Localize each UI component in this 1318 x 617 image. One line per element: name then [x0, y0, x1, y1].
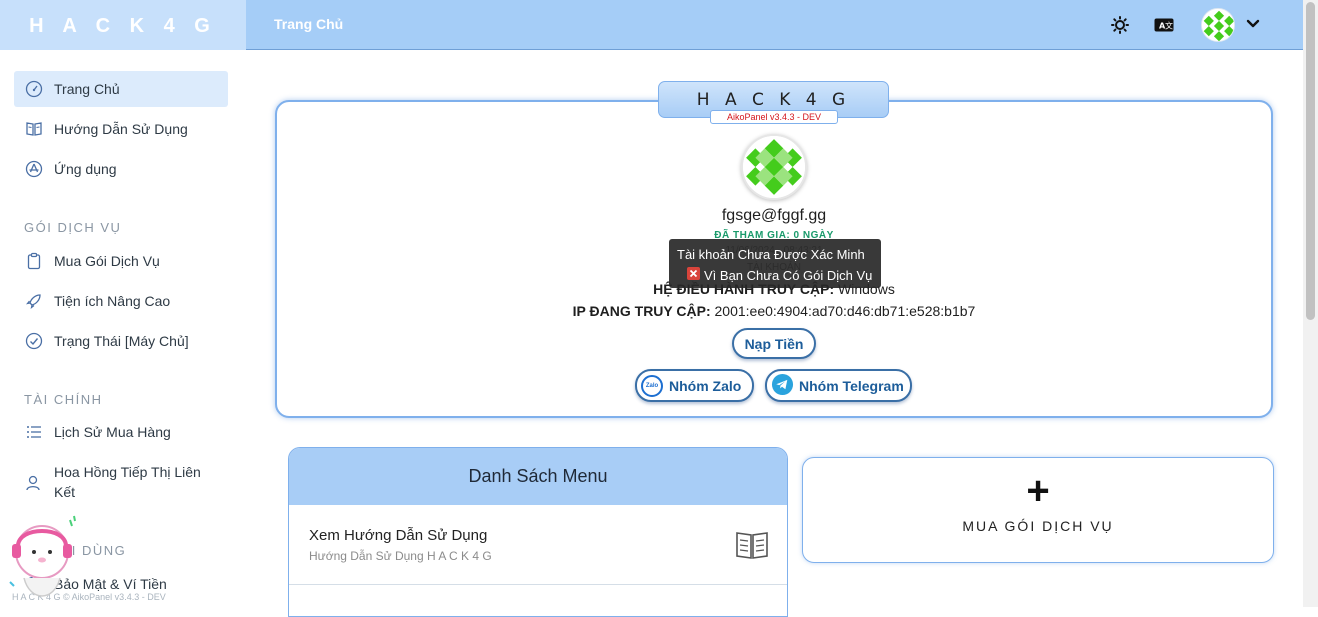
- dashboard-icon: [14, 80, 54, 98]
- rocket-icon: [14, 292, 54, 310]
- chevron-down-icon[interactable]: [1246, 17, 1260, 31]
- plus-icon: +: [1026, 469, 1050, 513]
- tooltip-line-2: Vì Bạn Chưa Có Gói Dịch Vụ: [704, 267, 873, 283]
- sidebar-item-label: Trang Chủ: [54, 81, 120, 97]
- sidebar-item-affiliate[interactable]: Hoa Hồng Tiếp Thị Liên Kết: [14, 462, 228, 504]
- book-icon: [735, 530, 769, 565]
- app-store-icon: [14, 160, 54, 178]
- zalo-group-label: Nhóm Zalo: [669, 377, 742, 394]
- svg-text:文: 文: [1165, 21, 1173, 31]
- book-icon: [14, 120, 54, 138]
- sidebar-item-label: Hướng Dẫn Sử Dụng: [54, 121, 188, 137]
- user-email: fgsge@fggf.gg: [721, 207, 827, 224]
- translate-icon[interactable]: A文: [1154, 15, 1174, 35]
- list-item[interactable]: Xem Hướng Dẫn Sử Dụng Hướng Dẫn Sử Dụng …: [289, 505, 787, 585]
- buy-package-label: MUA GÓI DỊCH VỤ: [962, 518, 1114, 534]
- sidebar-item-label: Mua Gói Dịch Vụ: [54, 253, 160, 269]
- verification-tooltip: Tài khoản Chưa Được Xác Minh Vì Bạn Chưa…: [669, 239, 881, 288]
- check-circle-icon: [14, 332, 54, 350]
- top-bar: H A C K 4 G Trang Chủ A文: [0, 0, 1303, 50]
- section-finance-heading: TÀI CHÍNH: [24, 392, 103, 407]
- ip-value: 2001:ee0:4904:ad70:d46:db71:e528:b1b7: [714, 303, 976, 319]
- avatar[interactable]: [1201, 8, 1235, 42]
- list-icon: [14, 423, 54, 441]
- sidebar-item-label: Tiện ích Nâng Cao: [54, 293, 171, 309]
- menu-list-title: Danh Sách Menu: [289, 448, 787, 505]
- sidebar-item-purchase-history[interactable]: Lịch Sử Mua Hàng: [14, 414, 228, 450]
- user-icon: [14, 474, 54, 492]
- brand-logo[interactable]: H A C K 4 G: [0, 0, 246, 50]
- sidebar-item-label: Ứng dụng: [54, 161, 117, 177]
- tooltip-line-1: Tài khoản Chưa Được Xác Minh: [677, 247, 865, 262]
- telegram-group-label: Nhóm Telegram: [799, 377, 904, 394]
- list-item-title: Xem Hướng Dẫn Sử Dụng: [309, 527, 488, 544]
- telegram-group-button[interactable]: Nhóm Telegram: [765, 369, 912, 402]
- sun-icon[interactable]: [1110, 15, 1130, 35]
- sidebar-item-server-status[interactable]: Trạng Thái [Máy Chủ]: [14, 323, 228, 359]
- buy-package-card[interactable]: + MUA GÓI DỊCH VỤ: [802, 457, 1274, 563]
- close-icon: [687, 267, 700, 283]
- clipboard-icon: [14, 252, 54, 270]
- section-services-heading: GÓI DỊCH VỤ: [24, 220, 122, 235]
- sidebar-item-home[interactable]: Trang Chủ: [14, 71, 228, 107]
- topup-button[interactable]: Nạp Tiền: [732, 328, 816, 359]
- panel-title: H A C K 4 G: [696, 90, 851, 110]
- sidebar-item-label: Trạng Thái [Máy Chủ]: [54, 333, 189, 349]
- telegram-icon: [771, 373, 794, 399]
- ip-info: IP ĐANG TRUY CẬP: 2001:ee0:4904:ad70:d46…: [474, 303, 1074, 319]
- sidebar-item-advanced[interactable]: Tiện ích Nâng Cao: [14, 283, 228, 319]
- sidebar-item-label: Hoa Hồng Tiếp Thị Liên Kết: [54, 464, 201, 500]
- topup-button-label: Nạp Tiền: [744, 335, 804, 352]
- list-item-subtitle: Hướng Dẫn Sử Dụng H A C K 4 G: [309, 549, 492, 563]
- ip-label: IP ĐANG TRUY CẬP:: [572, 303, 711, 319]
- version-badge: AikoPanel v3.4.3 - DEV: [710, 110, 838, 124]
- profile-avatar: [741, 134, 807, 200]
- scrollbar-thumb[interactable]: [1306, 2, 1315, 320]
- sidebar-item-buy-package[interactable]: Mua Gói Dịch Vụ: [14, 243, 228, 279]
- sidebar-item-guide[interactable]: Hướng Dẫn Sử Dụng: [14, 111, 228, 147]
- mascot-sticker: [4, 512, 84, 607]
- zalo-icon: Zalo: [641, 374, 663, 397]
- page-title: Trang Chủ: [274, 16, 344, 32]
- tooltip-line-2-row: Vì Bạn Chưa Có Gói Dịch Vụ: [677, 267, 873, 283]
- sidebar-item-apps[interactable]: Ứng dụng: [14, 151, 228, 187]
- zalo-group-button[interactable]: Zalo Nhóm Zalo: [635, 369, 754, 402]
- menu-list-card: Danh Sách Menu Xem Hướng Dẫn Sử Dụng Hướ…: [288, 447, 788, 617]
- sidebar-item-label: Lịch Sử Mua Hàng: [54, 424, 171, 440]
